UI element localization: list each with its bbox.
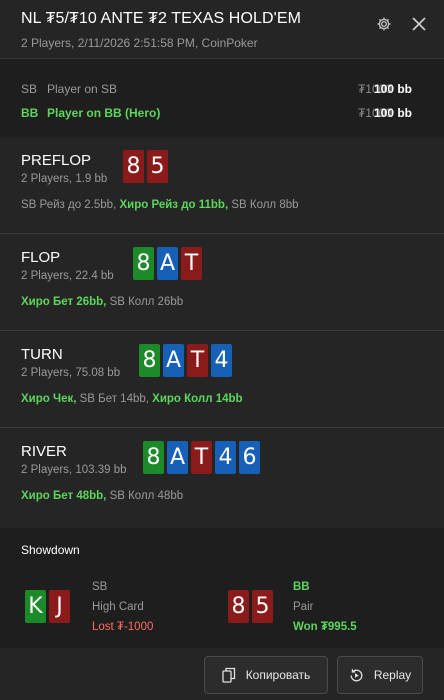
street-info: 2 Players, 75.08 bb bbox=[21, 367, 121, 379]
showdown-position: BB bbox=[293, 581, 310, 593]
player-name: Player on SB bbox=[47, 82, 118, 96]
street-cards: 8AT4 bbox=[139, 344, 235, 377]
street-actions: Хиро Чек, SB Бет 14bb, Хиро Колл 14bb bbox=[21, 393, 243, 405]
card: 8 bbox=[123, 150, 144, 183]
card: 8 bbox=[143, 441, 164, 474]
showdown-result: Lost ₮-1000 bbox=[92, 621, 154, 633]
card: 8 bbox=[139, 344, 160, 377]
showdown-cards-bb: 85 bbox=[228, 590, 276, 623]
action-item: Хиро Колл 14bb bbox=[152, 393, 243, 405]
showdown-hand: Pair bbox=[293, 601, 314, 613]
street-info: 2 Players, 103.39 bb bbox=[21, 464, 127, 476]
showdown-hand: High Card bbox=[92, 601, 144, 613]
gear-icon[interactable] bbox=[374, 14, 394, 34]
player-row-sb: SB Player on SB ₮1000 100 bb bbox=[0, 79, 444, 99]
street-actions: Хиро Бет 48bb, SB Колл 48bb bbox=[21, 490, 183, 502]
street-info: 2 Players, 1.9 bb bbox=[21, 173, 108, 185]
action-item: Хиро Рейз до 11bb, bbox=[119, 199, 229, 211]
card: 4 bbox=[215, 441, 236, 474]
footer: Копировать Replay bbox=[0, 648, 444, 700]
player-position: SB bbox=[21, 82, 38, 96]
street-name: RIVER bbox=[21, 443, 67, 460]
street-actions: Хиро Бет 26bb, SB Колл 26bb bbox=[21, 296, 183, 308]
card: K bbox=[25, 590, 46, 623]
showdown-position: SB bbox=[92, 581, 108, 593]
card: T bbox=[191, 441, 212, 474]
copy-icon bbox=[222, 667, 235, 683]
action-item: SB Колл 8bb bbox=[231, 199, 299, 211]
player-position: BB bbox=[21, 106, 39, 120]
action-item: Хиро Чек, bbox=[21, 393, 77, 405]
street-info: 2 Players, 22.4 bb bbox=[21, 270, 114, 282]
card: 5 bbox=[252, 590, 273, 623]
street-cards: 85 bbox=[123, 150, 171, 183]
card: J bbox=[49, 590, 70, 623]
street-preflop: PREFLOP 2 Players, 1.9 bb 85 SB Рейз до … bbox=[0, 138, 444, 234]
card: A bbox=[163, 344, 184, 377]
replay-button[interactable]: Replay bbox=[337, 656, 423, 694]
action-item: SB Колл 48bb bbox=[109, 490, 184, 502]
street-flop: FLOP 2 Players, 22.4 bb 8AT Хиро Бет 26b… bbox=[0, 235, 444, 331]
card: 6 bbox=[239, 441, 260, 474]
card: A bbox=[167, 441, 188, 474]
street-cards: 8AT46 bbox=[143, 441, 263, 474]
copy-button-label: Копировать bbox=[245, 668, 311, 682]
page-title: NL ₮5/₮10 ANTE ₮2 TEXAS HOLD'EM bbox=[21, 10, 302, 27]
card: T bbox=[181, 247, 202, 280]
copy-button[interactable]: Копировать bbox=[204, 656, 328, 694]
card: 4 bbox=[211, 344, 232, 377]
header: NL ₮5/₮10 ANTE ₮2 TEXAS HOLD'EM 2 Player… bbox=[0, 0, 444, 58]
street-river: RIVER 2 Players, 103.39 bb 8AT46 Хиро Бе… bbox=[0, 429, 444, 528]
card: 8 bbox=[228, 590, 249, 623]
street-actions: SB Рейз до 2.5bb, Хиро Рейз до 11bb, SB … bbox=[21, 199, 299, 211]
player-row-bb: BB Player on BB (Hero) ₮1000 100 bb bbox=[0, 103, 444, 123]
action-item: SB Рейз до 2.5bb, bbox=[21, 199, 117, 211]
player-bb: 100 bb bbox=[373, 82, 412, 96]
showdown-cards-sb: KJ bbox=[25, 590, 73, 623]
action-item: Хиро Бет 48bb, bbox=[21, 490, 107, 502]
street-name: FLOP bbox=[21, 249, 61, 266]
players-section: SB Player on SB ₮1000 100 bb BB Player o… bbox=[0, 58, 444, 138]
street-name: PREFLOP bbox=[21, 152, 92, 169]
card: 8 bbox=[133, 247, 154, 280]
showdown-result: Won ₮995.5 bbox=[293, 621, 357, 633]
replay-icon bbox=[350, 668, 363, 681]
close-icon[interactable] bbox=[409, 14, 429, 34]
replay-button-label: Replay bbox=[373, 668, 412, 682]
card: A bbox=[157, 247, 178, 280]
street-cards: 8AT bbox=[133, 247, 205, 280]
hand-subtitle: 2 Players, 2/11/2026 2:51:58 PM, CoinPok… bbox=[21, 36, 258, 50]
player-bb: 100 bb bbox=[373, 106, 412, 120]
action-item: SB Колл 26bb bbox=[109, 296, 184, 308]
action-item: SB Бет 14bb, bbox=[79, 393, 149, 405]
street-turn: TURN 2 Players, 75.08 bb 8AT4 Хиро Чек, … bbox=[0, 332, 444, 428]
card: 5 bbox=[147, 150, 168, 183]
card: T bbox=[187, 344, 208, 377]
player-name: Player on BB (Hero) bbox=[47, 106, 161, 120]
showdown-section: Showdown KJ SB High Card Lost ₮-1000 85 … bbox=[0, 528, 444, 648]
action-item: Хиро Бет 26bb, bbox=[21, 296, 107, 308]
street-name: TURN bbox=[21, 346, 63, 363]
showdown-title: Showdown bbox=[21, 543, 80, 557]
